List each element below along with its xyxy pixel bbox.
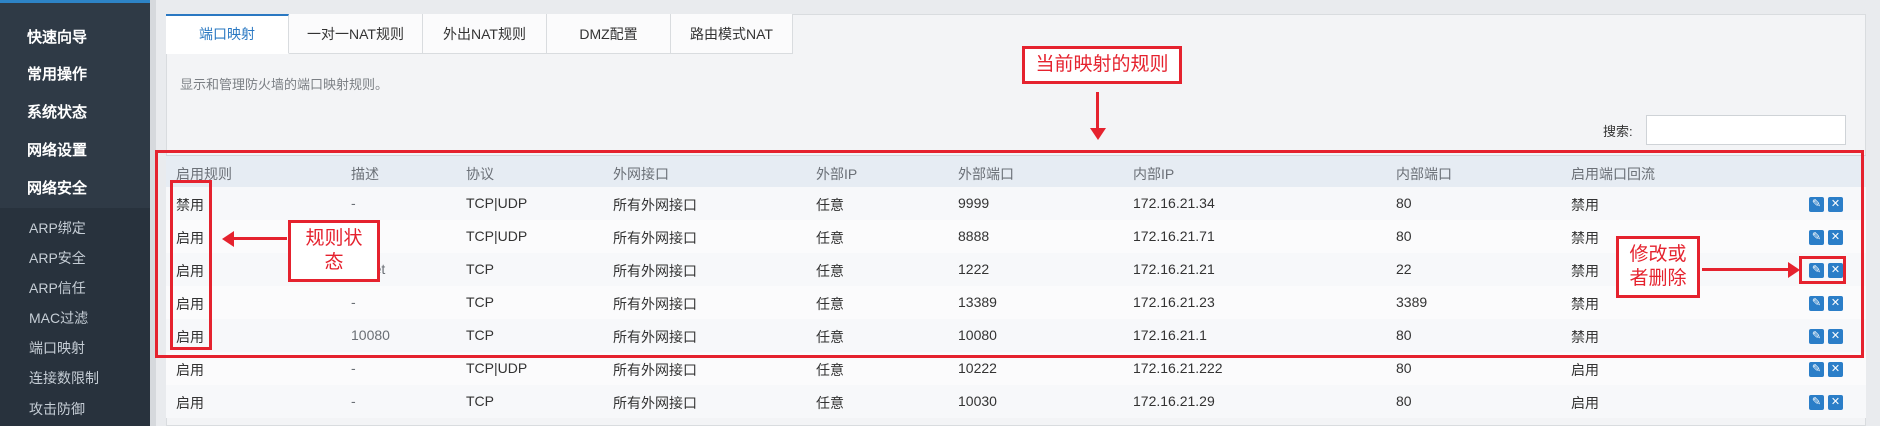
edit-button[interactable]: ✎	[1809, 395, 1824, 410]
annotation-arrowhead-left	[222, 231, 234, 247]
annotation-current-rules-box	[155, 150, 1864, 358]
tab-one-to-one-nat[interactable]: 一对一NAT规则	[289, 14, 423, 54]
cell-enabled: 启用	[176, 362, 204, 378]
annotation-current-rules-label: 当前映射的规则	[1022, 46, 1182, 84]
sidebar-sub-mac-filter[interactable]: MAC过滤	[29, 308, 88, 328]
table-row: 启用 - TCP 所有外网接口 任意 10030 172.16.21.29 80…	[166, 385, 1866, 418]
annotation-rule-status-label: 规则状态	[288, 220, 380, 282]
sidebar-accent-bar	[0, 0, 150, 3]
sidebar-item-system-status[interactable]: 系统状态	[27, 101, 87, 122]
sidebar-sub-arp-security[interactable]: ARP安全	[29, 248, 86, 268]
search-input[interactable]	[1646, 115, 1846, 145]
annotation-arrow-right	[1702, 268, 1788, 271]
close-icon: ✕	[1830, 363, 1841, 375]
cell-protocol: TCP	[466, 393, 494, 409]
cell-wan-interface: 所有外网接口	[613, 362, 697, 378]
sidebar-item-network-settings[interactable]: 网络设置	[27, 139, 87, 160]
annotation-arrow-down	[1096, 92, 1099, 130]
cell-internal-port: 80	[1396, 393, 1412, 409]
annotation-status-box	[170, 180, 212, 350]
cell-external-port: 10030	[958, 393, 997, 409]
cell-external-ip: 任意	[816, 395, 844, 411]
cell-external-port: 10222	[958, 360, 997, 376]
cell-port-loopback: 启用	[1571, 395, 1599, 411]
tab-dmz[interactable]: DMZ配置	[547, 14, 671, 54]
delete-button[interactable]: ✕	[1828, 395, 1843, 410]
page-description: 显示和管理防火墙的端口映射规则。	[180, 77, 389, 92]
delete-button[interactable]: ✕	[1828, 362, 1843, 377]
cell-wan-interface: 所有外网接口	[613, 395, 697, 411]
cell-internal-ip: 172.16.21.29	[1133, 393, 1215, 409]
sidebar-sub-connection-limit[interactable]: 连接数限制	[29, 368, 99, 388]
annotation-arrowhead-right	[1788, 262, 1800, 278]
search-label: 搜索:	[1603, 124, 1633, 139]
sidebar-item-network-security[interactable]: 网络安全	[27, 177, 87, 198]
cell-internal-ip: 172.16.21.222	[1133, 360, 1223, 376]
pencil-icon: ✎	[1811, 396, 1822, 408]
sidebar-sub-attack-defense[interactable]: 攻击防御	[29, 399, 85, 419]
edit-button[interactable]: ✎	[1809, 362, 1824, 377]
annotation-action-box	[1799, 256, 1846, 284]
annotation-modify-delete-line1: 修改或	[1629, 244, 1687, 265]
sidebar-sub-arp-trust[interactable]: ARP信任	[29, 278, 86, 298]
annotation-arrowhead-down	[1090, 128, 1106, 140]
annotation-modify-delete-label: 修改或 者删除	[1616, 236, 1700, 298]
close-icon: ✕	[1830, 396, 1841, 408]
pencil-icon: ✎	[1811, 363, 1822, 375]
sidebar-item-common-ops[interactable]: 常用操作	[27, 63, 87, 84]
sidebar-submenu: ARP绑定 ARP安全 ARP信任 MAC过滤 端口映射 连接数限制 攻击防御	[0, 208, 150, 426]
cell-port-loopback: 启用	[1571, 362, 1599, 378]
annotation-modify-delete-line2: 者删除	[1629, 268, 1687, 289]
sidebar-item-quick-guide[interactable]: 快速向导	[27, 26, 87, 47]
sidebar-sub-arp-binding[interactable]: ARP绑定	[29, 218, 86, 238]
cell-protocol: TCP|UDP	[466, 360, 528, 376]
cell-internal-port: 80	[1396, 360, 1412, 376]
sidebar: 快速向导 常用操作 系统状态 网络设置 网络安全 ARP绑定 ARP安全 ARP…	[0, 0, 150, 426]
tab-bar: 端口映射 一对一NAT规则 外出NAT规则 DMZ配置 路由模式NAT	[166, 14, 793, 54]
tab-port-mapping[interactable]: 端口映射	[166, 14, 289, 54]
sidebar-sub-port-mapping[interactable]: 端口映射	[29, 338, 85, 358]
tab-outbound-nat[interactable]: 外出NAT规则	[423, 14, 547, 54]
cell-external-ip: 任意	[816, 362, 844, 378]
cell-enabled: 启用	[176, 395, 204, 411]
tab-routing-nat[interactable]: 路由模式NAT	[671, 14, 793, 54]
annotation-arrow-left	[232, 237, 287, 240]
cell-description: -	[351, 360, 356, 376]
cell-description: -	[351, 393, 356, 409]
